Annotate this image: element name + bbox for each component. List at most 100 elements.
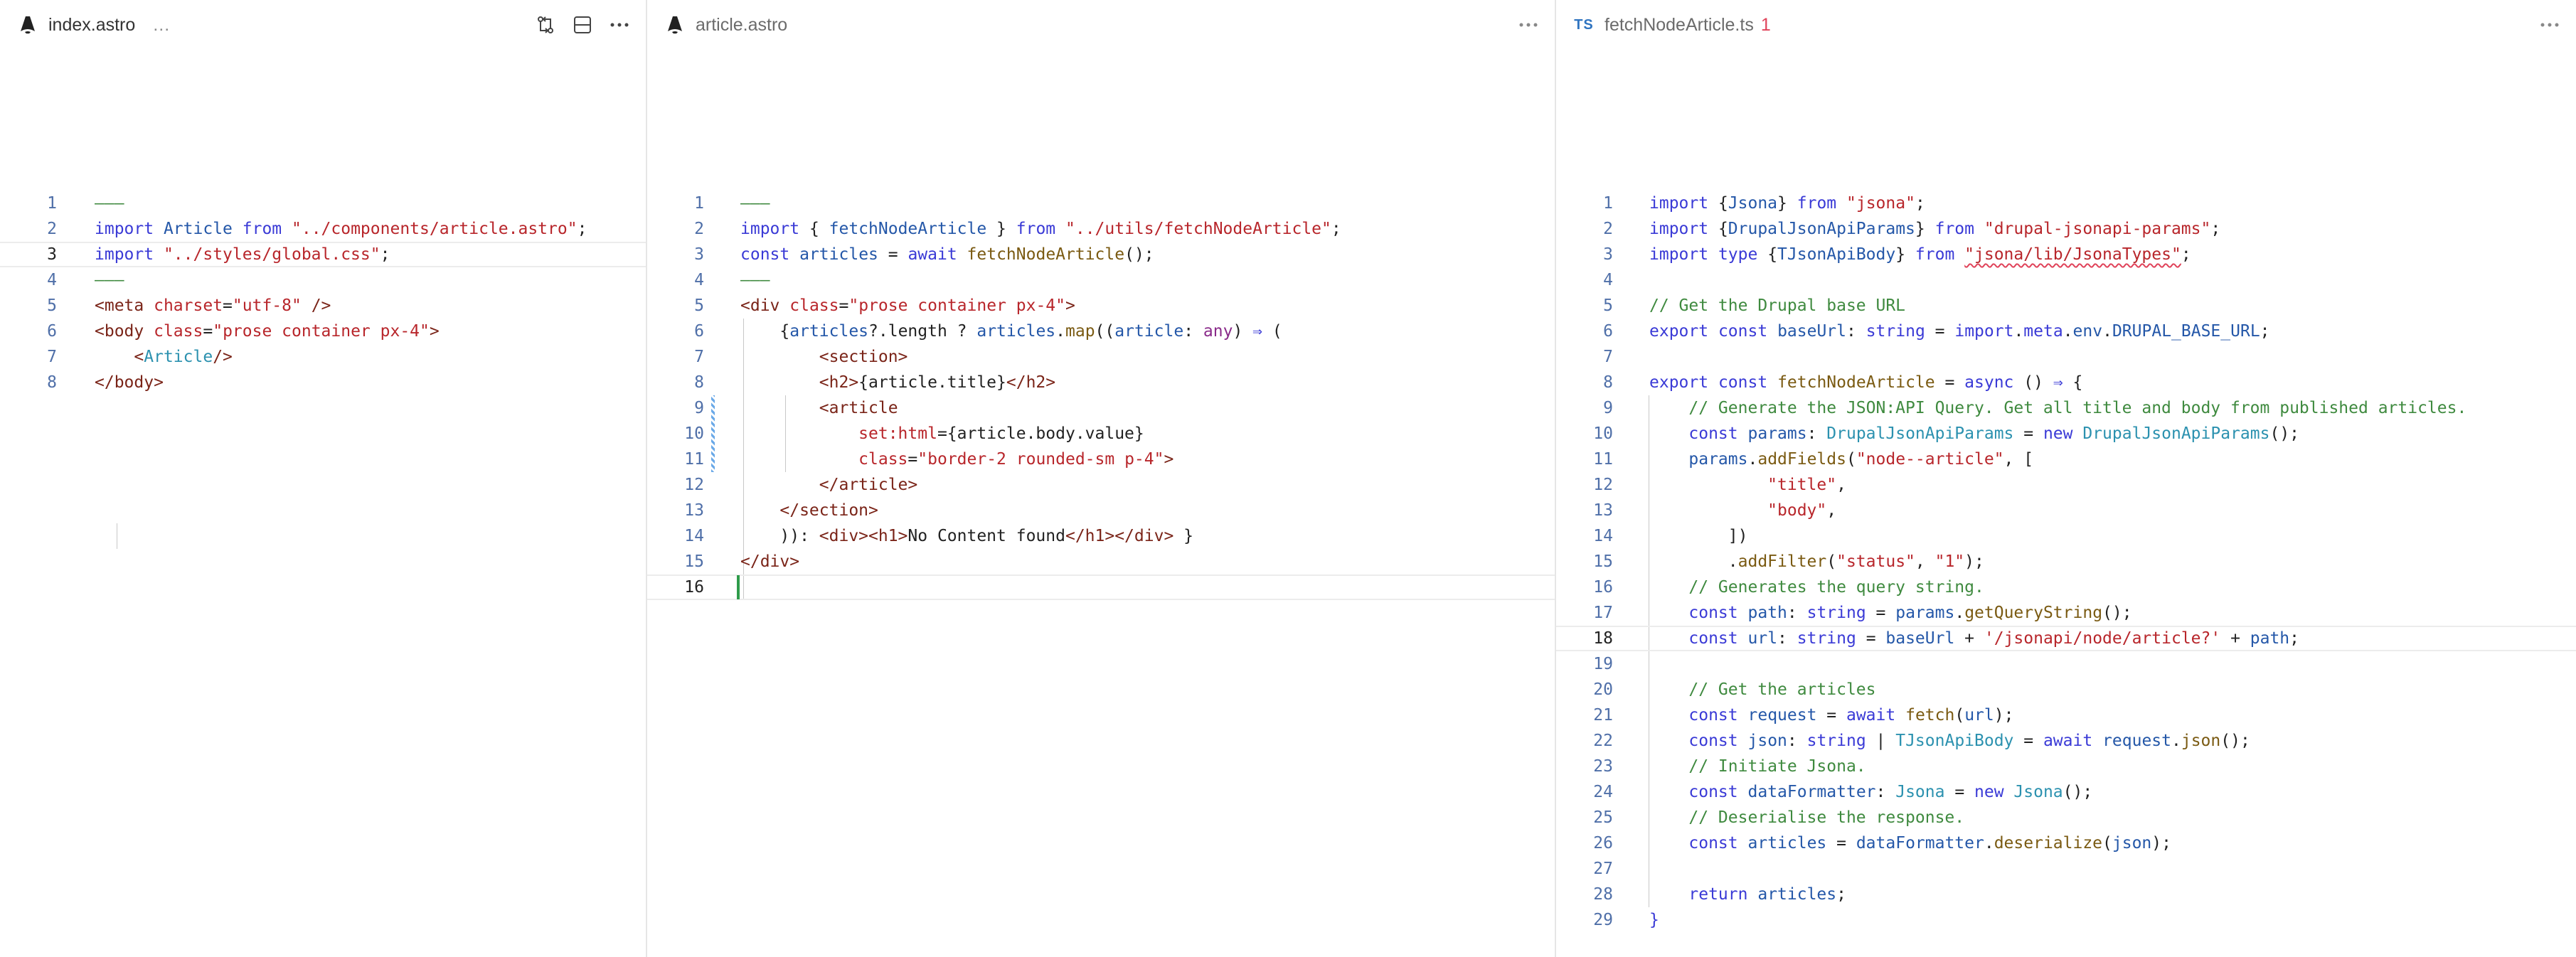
line-number: 19: [1593, 655, 1613, 673]
line-number: 2: [694, 220, 704, 238]
line-number: 17: [1593, 604, 1613, 622]
line-number: 12: [1593, 476, 1613, 494]
code-text: const path: string = params.getQueryStri…: [1688, 604, 2132, 622]
code-text: ———: [740, 194, 770, 213]
code-line: 16 // Generates the query string.: [1556, 574, 2576, 600]
code-line: 8 </body>: [0, 370, 646, 395]
tab-index-astro[interactable]: index.astro …: [0, 0, 646, 50]
code-line: 2 import Article from "../components/arti…: [0, 216, 646, 242]
line-number: 15: [684, 552, 704, 571]
line-number: 2: [1603, 220, 1613, 238]
line-number: 2: [47, 220, 57, 238]
code-line: 1 ———: [0, 191, 646, 216]
code-text: "title",: [1767, 476, 1846, 494]
code-line: 11 params.addFields("node--article", [: [1556, 447, 2576, 472]
line-number: 20: [1593, 680, 1613, 699]
code-line: 17 const path: string = params.getQueryS…: [1556, 600, 2576, 626]
code-line: 27: [1556, 856, 2576, 882]
code-line-current: 16: [647, 574, 1555, 600]
code-text: ———: [740, 271, 770, 289]
code-text: {articles?.length ? articles.map((articl…: [740, 322, 1282, 341]
line-number: 22: [1593, 732, 1613, 750]
code-line: 24 const dataFormatter: Jsona = new Json…: [1556, 779, 2576, 805]
code-line: 15 </div>: [647, 549, 1555, 574]
code-text: const params: DrupalJsonApiParams = new …: [1688, 424, 2300, 443]
astro-icon: [664, 14, 686, 36]
code-line: 15 .addFilter("status", "1");: [1556, 549, 2576, 574]
code-text: // Initiate Jsona.: [1649, 757, 1866, 776]
more-actions-icon[interactable]: [2539, 14, 2560, 36]
code-line: 1 import {Jsona} from "jsona";: [1556, 191, 2576, 216]
line-number: 27: [1593, 860, 1613, 878]
split-editor-icon[interactable]: [572, 14, 593, 36]
line-number: 13: [684, 501, 704, 520]
code-text: <h2>{article.title}</h2>: [819, 373, 1056, 392]
code-text: // Get the Drupal base URL: [1649, 296, 1906, 315]
code-line: 23 // Initiate Jsona.: [1556, 754, 2576, 779]
line-number: 11: [1593, 450, 1613, 469]
line-number: 8: [47, 373, 57, 392]
code-line: 11 class="border-2 rounded-sm p-4">: [647, 447, 1555, 472]
line-number: 5: [1603, 296, 1613, 315]
line-number: 7: [694, 348, 704, 366]
code-text: <div class="prose container px-4">: [740, 296, 1075, 315]
code-line: 22 const json: string | TJsonApiBody = a…: [1556, 728, 2576, 754]
code-text: "body",: [1767, 501, 1837, 520]
code-editor-fetchnodearticle[interactable]: 1 import {Jsona} from "jsona"; 2 import {D…: [1556, 191, 2576, 933]
code-text: const articles = dataFormatter.deseriali…: [1688, 834, 2171, 852]
code-line: 13 "body",: [1556, 498, 2576, 523]
code-line: 5 <meta charset="utf-8" />: [0, 293, 646, 319]
code-line: 20 // Get the articles: [1556, 677, 2576, 702]
tab-title: index.astro: [48, 14, 136, 35]
code-line: 3 import type {TJsonApiBody} from "jsona/…: [1556, 242, 2576, 267]
tab-title: article.astro: [696, 14, 788, 35]
code-line: 13 </section>: [647, 498, 1555, 523]
code-editor-index[interactable]: 1 ——— 2 import Article from "../components…: [0, 191, 646, 549]
code-text: <article: [819, 399, 898, 417]
line-number: 18: [1593, 629, 1613, 648]
code-line: 6 {articles?.length ? articles.map((arti…: [647, 319, 1555, 344]
problems-count-badge: 1: [1760, 14, 1771, 35]
code-line: 4 ———: [0, 267, 646, 293]
line-number: 4: [694, 271, 704, 289]
code-text: <meta charset="utf-8" />: [95, 296, 331, 315]
line-number: 16: [684, 578, 704, 597]
code-text: import { fetchNodeArticle } from "../uti…: [740, 220, 1341, 238]
code-line: 9 // Generate the JSON:API Query. Get al…: [1556, 395, 2576, 421]
tab-title: fetchNodeArticle.ts: [1604, 14, 1754, 35]
code-text: ———: [95, 194, 124, 213]
source-control-compare-icon[interactable]: [535, 14, 556, 36]
line-number: 29: [1593, 911, 1613, 929]
code-text: </div>: [740, 552, 800, 571]
line-number: 28: [1593, 885, 1613, 904]
line-number: 6: [47, 322, 57, 341]
code-text: }: [1649, 911, 1659, 929]
line-number: 8: [694, 373, 704, 392]
tab-article-astro[interactable]: article.astro: [647, 0, 1555, 50]
line-number: 1: [694, 194, 704, 213]
tab-fetchnodearticle-ts[interactable]: TS fetchNodeArticle.ts 1: [1556, 0, 2576, 50]
code-text: // Generate the JSON:API Query. Get all …: [1649, 399, 2467, 417]
line-number: 10: [1593, 424, 1613, 443]
code-line-current: 18 const url: string = baseUrl + '/jsona…: [1556, 626, 2576, 651]
code-text: // Deserialise the response.: [1649, 808, 1965, 827]
editor-group-fetchnodearticle: TS fetchNodeArticle.ts 1 1 import {Jsona}…: [1556, 0, 2576, 957]
line-number: 16: [1593, 578, 1613, 597]
code-text: const json: string | TJsonApiBody = awai…: [1688, 732, 2250, 750]
editor-group-article: article.astro 1 ——— 2 import { fetchNodeAr…: [647, 0, 1556, 957]
code-text: </article>: [819, 476, 918, 494]
code-line: 14 )): <div><h1>No Content found</h1></d…: [647, 523, 1555, 549]
code-text: // Get the articles: [1649, 680, 1876, 699]
line-number: 23: [1593, 757, 1613, 776]
more-actions-icon[interactable]: [1518, 14, 1539, 36]
code-text: const articles = await fetchNodeArticle(…: [740, 245, 1154, 264]
code-text: set:html={article.body.value}: [858, 424, 1144, 443]
line-number: 3: [47, 245, 57, 264]
text-cursor: [737, 575, 740, 599]
line-number: 7: [47, 348, 57, 366]
code-editor-article[interactable]: 1 ——— 2 import { fetchNodeArticle } from "…: [647, 191, 1555, 600]
line-number: 24: [1593, 783, 1613, 801]
more-actions-icon[interactable]: [609, 14, 630, 36]
code-text: return articles;: [1688, 885, 1846, 904]
code-text: )): <div><h1>No Content found</h1></div>…: [740, 527, 1193, 545]
